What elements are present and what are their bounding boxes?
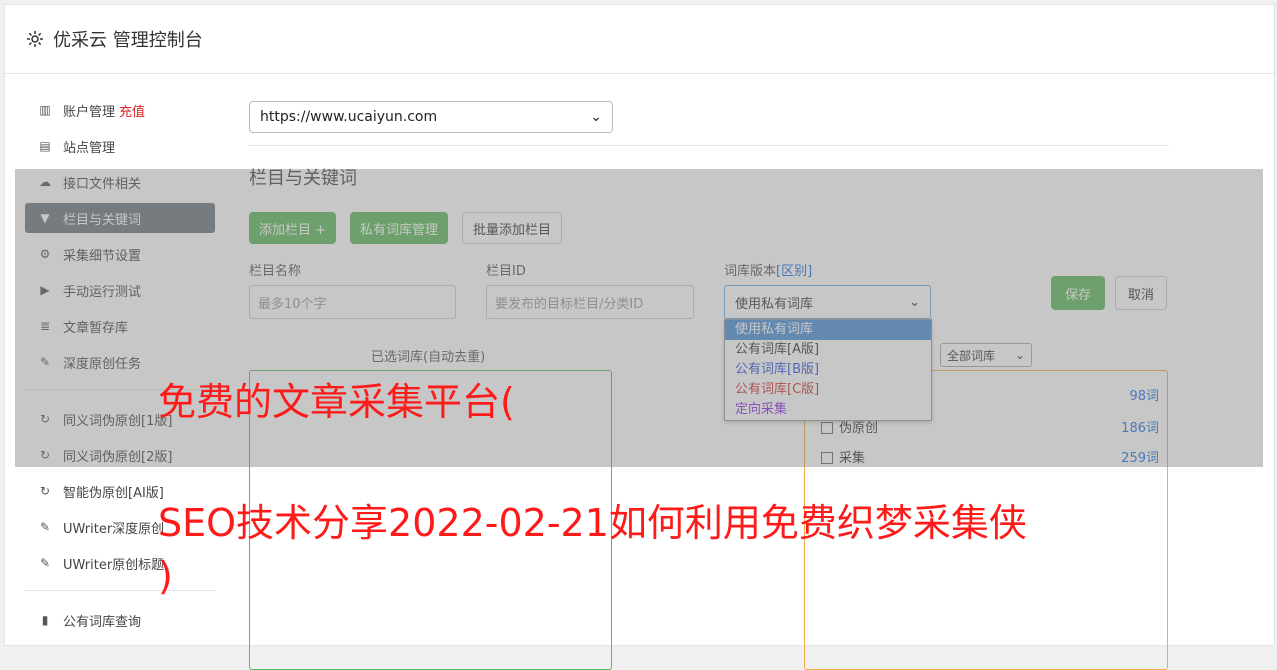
sidebar-item-label: UWriter深度原创 bbox=[63, 521, 165, 537]
sidebar-item-account[interactable]: ▥ 账户管理 充值 bbox=[25, 95, 215, 125]
chevron-down-icon: ⌄ bbox=[590, 109, 602, 125]
sidebar-item-label: 智能伪原创[AI版] bbox=[63, 485, 164, 501]
overlay-title-line3: ) bbox=[158, 554, 173, 598]
overlay-title-line2: SEO技术分享2022-02-21如何利用免费织梦采集侠 bbox=[158, 501, 1027, 545]
sidebar-item-label: 站点管理 bbox=[63, 140, 116, 156]
sidebar-item-public-lib[interactable]: ▮ 公有词库查询 bbox=[25, 605, 215, 635]
header: 优采云 管理控制台 bbox=[5, 5, 1274, 74]
refresh-icon: ↻ bbox=[39, 484, 51, 498]
overlay-title-line1: 免费的文章采集平台( bbox=[158, 380, 515, 424]
sidebar-item-label: 账户管理 bbox=[63, 104, 116, 120]
site-select-value: https://www.ucaiyun.com bbox=[260, 109, 438, 125]
sidebar-item-sites[interactable]: ▤ 站点管理 bbox=[25, 131, 215, 161]
sidebar-item-label: 公有词库查询 bbox=[63, 614, 142, 630]
gear-icon bbox=[27, 31, 43, 47]
sidebar-item-label: UWriter原创标题 bbox=[63, 557, 165, 573]
recharge-link[interactable]: 充值 bbox=[119, 101, 145, 120]
edit-icon: ✎ bbox=[39, 520, 51, 534]
bar-chart-icon: ▥ bbox=[39, 103, 51, 117]
site-select[interactable]: https://www.ucaiyun.com ⌄ bbox=[249, 101, 613, 133]
edit-icon: ✎ bbox=[39, 556, 51, 570]
book-icon: ▮ bbox=[41, 613, 49, 627]
sidebar-item-uwriter-title[interactable]: ✎ UWriter原创标题 bbox=[25, 548, 215, 578]
server-icon: ▤ bbox=[39, 139, 51, 153]
divider bbox=[249, 145, 1169, 146]
app-title: 优采云 管理控制台 bbox=[53, 30, 203, 51]
sidebar-divider bbox=[25, 590, 215, 591]
